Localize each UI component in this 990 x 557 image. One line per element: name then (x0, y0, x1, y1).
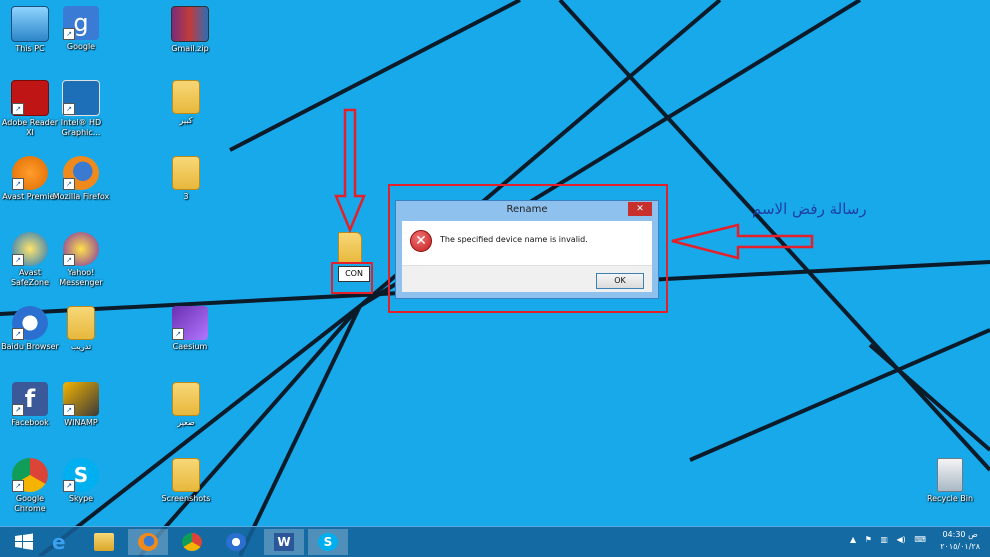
desktop-icon-recycle-bin[interactable]: Recycle Bin (920, 458, 980, 504)
desktop-icon-winamp[interactable]: ↗ WINAMP (51, 382, 111, 428)
desktop-icon-label: Yahoo! Messenger (59, 268, 103, 287)
desktop-icon-folder-saghir[interactable]: صغير (156, 382, 216, 428)
start-button[interactable] (4, 529, 44, 555)
dialog-titlebar[interactable]: Rename ✕ (396, 201, 658, 221)
error-icon: ✕ (410, 230, 432, 252)
avast-icon: ↗ (12, 156, 48, 190)
desktop-icon-label: Intel® HD Graphic... (60, 118, 102, 137)
taskbar-word[interactable]: W (264, 529, 304, 555)
folder-icon (172, 458, 200, 492)
desktop-icon-google[interactable]: g ↗ Google (51, 6, 111, 52)
this-pc-icon (11, 6, 49, 42)
desktop-icon-label: WINAMP (64, 418, 98, 427)
file-explorer-icon (94, 533, 114, 551)
close-button[interactable]: ✕ (628, 202, 652, 216)
chrome-icon: ↗ (12, 458, 48, 492)
renaming-folder-icon[interactable] (338, 232, 362, 264)
desktop-icon-folder-kabir[interactable]: كبير (156, 80, 216, 126)
taskbar-skype[interactable]: S (308, 529, 348, 555)
folder-icon (67, 306, 95, 340)
dialog-title: Rename (506, 204, 548, 215)
chrome-icon (182, 533, 202, 551)
annotation-arrow-left (671, 223, 814, 260)
desktop-icon-folder-tadrib[interactable]: تدريب (51, 306, 111, 352)
skype-icon: S (318, 533, 338, 551)
taskbar-file-explorer[interactable] (84, 529, 124, 555)
desktop-icon-label: كبير (179, 116, 193, 125)
recycle-bin-icon (937, 458, 963, 492)
clock[interactable]: ص 04:30 ٢٠١٥/٠١/٢٨ (940, 529, 980, 553)
desktop-icon-label: Skype (68, 494, 94, 503)
ok-button[interactable]: OK (596, 273, 644, 289)
taskbar-internet-explorer[interactable]: e (42, 529, 82, 555)
desktop-icon-label: Gmail.zip (171, 44, 209, 53)
clock-ampm: ص (968, 530, 978, 539)
skype-icon: S ↗ (63, 458, 99, 492)
dialog-footer: OK (402, 265, 652, 292)
desktop-icon-skype[interactable]: S ↗ Skype (51, 458, 111, 504)
baidu-browser-icon: ↗ (12, 306, 48, 340)
desktop-icon-gmail-zip[interactable]: Gmail.zip (160, 6, 220, 54)
desktop-icon-label: Google (66, 42, 96, 51)
desktop-icon-folder-screenshots[interactable]: Screenshots (156, 458, 216, 504)
rename-dialog: Rename ✕ ✕ The specified device name is … (395, 200, 659, 299)
intel-graphics-icon: ↗ (62, 80, 100, 116)
error-message: The specified device name is invalid. (440, 235, 588, 244)
firefox-icon (138, 533, 158, 551)
show-hidden-icons-icon[interactable]: ▲ (850, 535, 856, 544)
flag-icon[interactable]: ⚑ (865, 535, 872, 544)
yahoo-messenger-icon: ↗ (63, 232, 99, 266)
firefox-icon: ↗ (63, 156, 99, 190)
baidu-browser-icon (226, 533, 246, 551)
folder-icon (172, 382, 200, 416)
winrar-archive-icon (171, 6, 209, 42)
facebook-icon: f ↗ (12, 382, 48, 416)
caesium-icon: ↗ (172, 306, 208, 340)
system-tray: ▲ ⚑ ▥ ◀) ⌨ (850, 535, 926, 544)
desktop-icon-label: صغير (177, 418, 195, 427)
folder-icon (172, 80, 200, 114)
desktop-icon-caesium[interactable]: ↗ Caesium (160, 306, 220, 352)
dialog-body: ✕ The specified device name is invalid. (402, 221, 652, 265)
annotation-text: رسالة رفض الاسم (752, 200, 867, 218)
desktop-icon-yahoo-messenger[interactable]: ↗ Yahoo! Messenger (51, 232, 111, 288)
desktop-icon-intel-graphics[interactable]: ↗ Intel® HD Graphic... (51, 80, 111, 138)
winamp-icon: ↗ (63, 382, 99, 416)
desktop-icon-label: 3 (183, 192, 189, 201)
word-icon: W (274, 533, 294, 551)
taskbar: e W S ▲ ⚑ ▥ ◀) ⌨ ص 04:30 ٢٠١٥/٠١/٢٨ (0, 526, 990, 557)
taskbar-chrome[interactable] (172, 529, 212, 555)
desktop-icon-firefox[interactable]: ↗ Mozilla Firefox (51, 156, 111, 202)
network-icon[interactable]: ▥ (880, 535, 888, 544)
desktop-icon-label: Screenshots (161, 494, 211, 503)
annotation-arrow-down (334, 108, 366, 234)
taskbar-baidu[interactable] (216, 529, 256, 555)
folder-icon (172, 156, 200, 190)
clock-date: ٢٠١٥/٠١/٢٨ (940, 542, 980, 551)
desktop-icon-label: Caesium (172, 342, 208, 351)
clock-time: 04:30 (942, 530, 966, 539)
desktop-icon-label: تدريب (70, 342, 92, 351)
avast-safezone-icon: ↗ (12, 232, 48, 266)
internet-explorer-icon: e (52, 530, 66, 554)
taskbar-firefox[interactable] (128, 529, 168, 555)
adobe-reader-icon: ↗ (11, 80, 49, 116)
desktop-icon-label: Recycle Bin (926, 494, 974, 503)
desktop-icon-label: Mozilla Firefox (52, 192, 110, 201)
keyboard-icon[interactable]: ⌨ (914, 535, 926, 544)
google-icon: g ↗ (63, 6, 99, 40)
volume-icon[interactable]: ◀) (897, 535, 906, 544)
desktop-icon-folder-3[interactable]: 3 (156, 156, 216, 202)
windows-logo-icon (15, 533, 33, 550)
annotation-box-folder (331, 262, 373, 294)
